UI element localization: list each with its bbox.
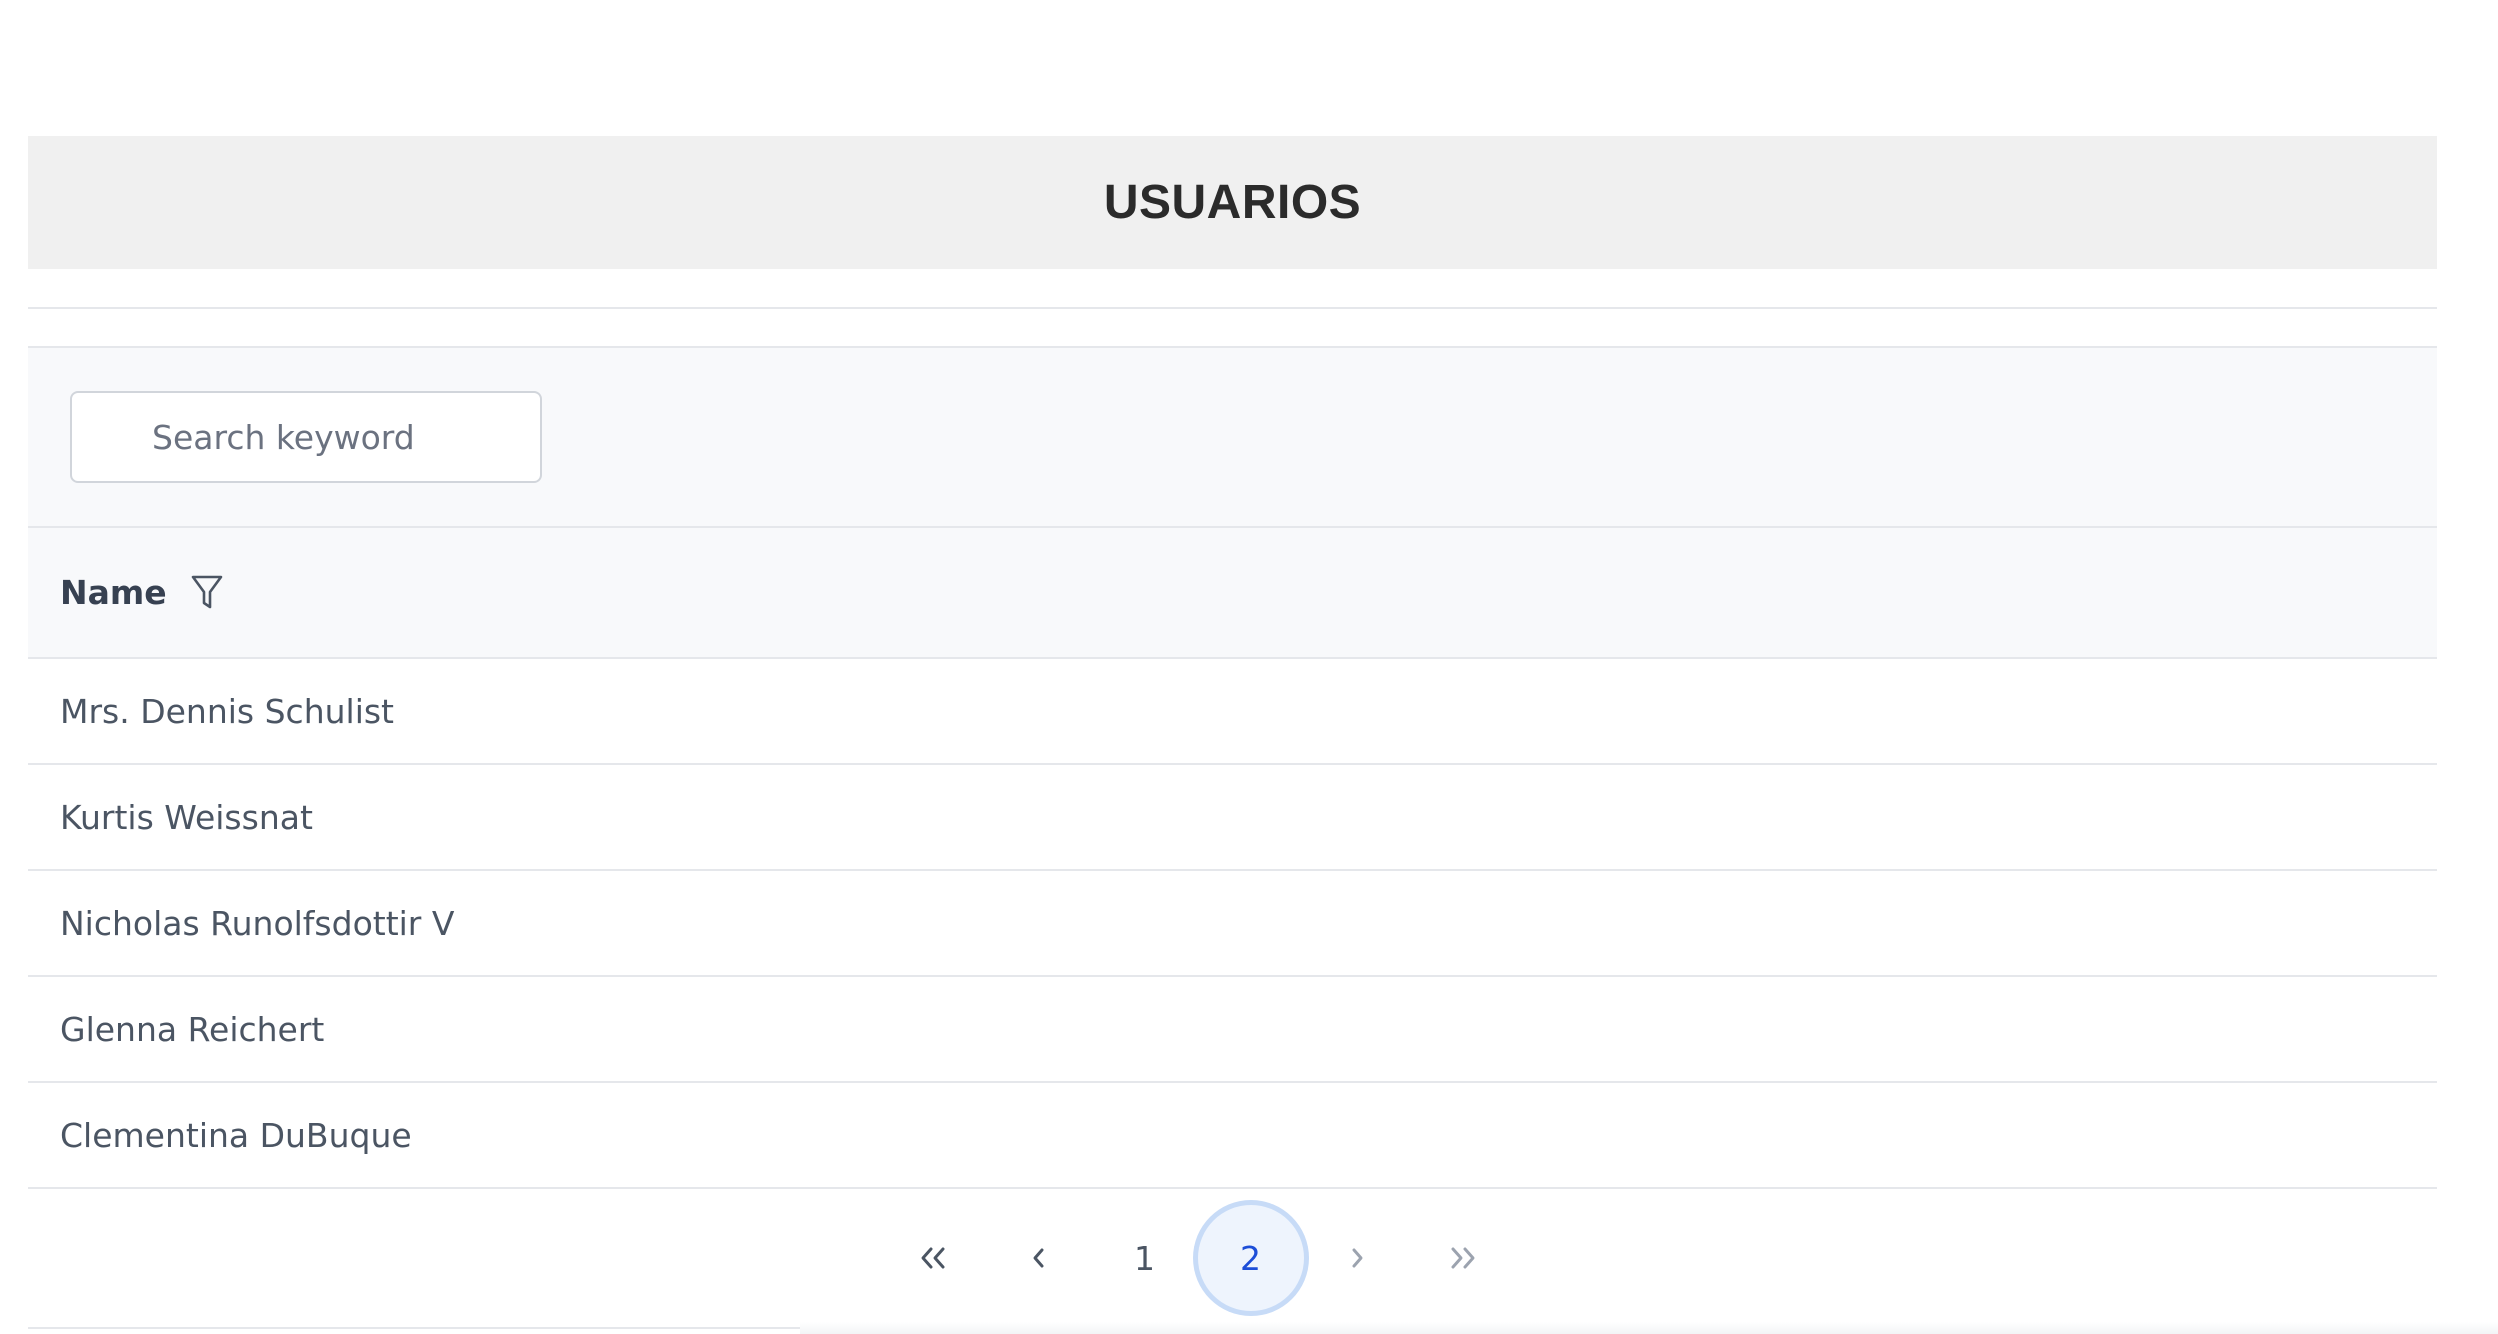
pagination: 1 2	[28, 1189, 2437, 1329]
chevron-right-icon	[1348, 1245, 1366, 1271]
page-title: USUARIOS	[1103, 176, 1362, 229]
table-row[interactable]: Clementina DuBuque	[28, 1083, 2437, 1189]
name-cell: Mrs. Dennis Schulist	[60, 691, 394, 731]
table-header: Name	[28, 528, 2437, 659]
bottom-shadow	[800, 1322, 2498, 1334]
table-row[interactable]: Nicholas Runolfsdottir V	[28, 871, 2437, 977]
double-chevron-right-icon	[1448, 1245, 1478, 1271]
table-toolbar	[28, 348, 2437, 528]
last-page-button[interactable]	[1410, 1205, 1516, 1311]
name-cell: Nicholas Runolfsdottir V	[60, 903, 455, 943]
chevron-left-icon	[1030, 1245, 1048, 1271]
page: USUARIOS Name Mrs. Dennis Schulist Kurti…	[0, 0, 2498, 1334]
page-button-1[interactable]: 1	[1092, 1205, 1198, 1311]
next-page-button[interactable]	[1304, 1205, 1410, 1311]
search-input[interactable]	[70, 391, 542, 483]
divider	[28, 309, 2437, 348]
double-chevron-left-icon	[918, 1245, 948, 1271]
title-bar: USUARIOS	[28, 136, 2437, 269]
users-panel: USUARIOS Name Mrs. Dennis Schulist Kurti…	[28, 136, 2437, 1334]
table-row[interactable]: Glenna Reichert	[28, 977, 2437, 1083]
table-row[interactable]: Mrs. Dennis Schulist	[28, 659, 2437, 765]
first-page-button[interactable]	[880, 1205, 986, 1311]
name-cell: Kurtis Weissnat	[60, 797, 313, 837]
previous-page-button[interactable]	[986, 1205, 1092, 1311]
page-button-2[interactable]: 2	[1197, 1205, 1304, 1311]
name-cell: Clementina DuBuque	[60, 1115, 412, 1155]
filter-funnel-icon[interactable]	[191, 574, 223, 612]
name-cell: Glenna Reichert	[60, 1009, 325, 1049]
column-header-name[interactable]: Name	[60, 573, 167, 612]
divider	[28, 269, 2437, 309]
table-row[interactable]: Kurtis Weissnat	[28, 765, 2437, 871]
